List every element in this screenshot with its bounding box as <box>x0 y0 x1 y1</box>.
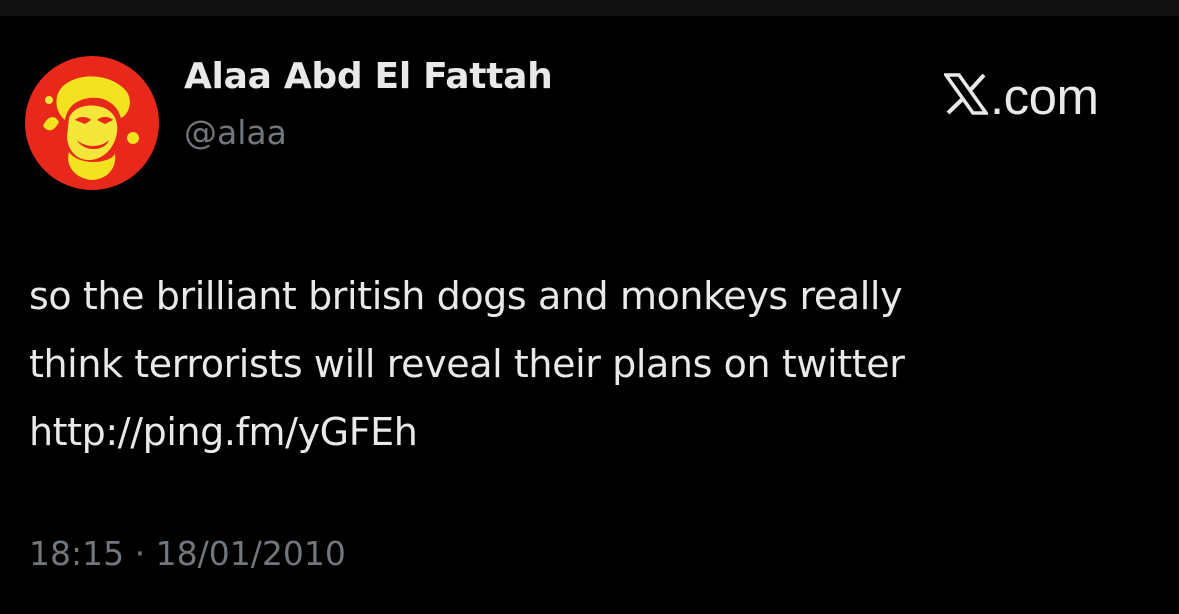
tweet-link[interactable]: http://ping.fm/yGFEh <box>29 398 1159 466</box>
x-logo-icon <box>942 73 990 119</box>
tweet-date: 18/01/2010 <box>155 534 346 573</box>
author-display-name[interactable]: Alaa Abd El Fattah <box>184 56 553 97</box>
x-com-suffix: .com <box>990 67 1099 125</box>
top-strip <box>0 0 1179 16</box>
tweet-text: so the brilliant british dogs and monkey… <box>29 262 1159 466</box>
avatar-photo <box>25 56 159 190</box>
tweet-text-line: think terrorists will reveal their plans… <box>29 342 905 386</box>
meta-separator: · <box>134 534 146 573</box>
tweet-text-line: so the brilliant british dogs and monkey… <box>29 274 903 318</box>
author-handle[interactable]: @alaa <box>184 113 287 152</box>
avatar[interactable] <box>25 56 159 190</box>
tweet-card: Alaa Abd El Fattah @alaa .com so the bri… <box>0 16 1179 614</box>
tweet-timestamp[interactable]: 18:15 · 18/01/2010 <box>29 534 346 573</box>
x-com-brand[interactable]: .com <box>942 66 1099 126</box>
tweet-time: 18:15 <box>29 534 125 573</box>
